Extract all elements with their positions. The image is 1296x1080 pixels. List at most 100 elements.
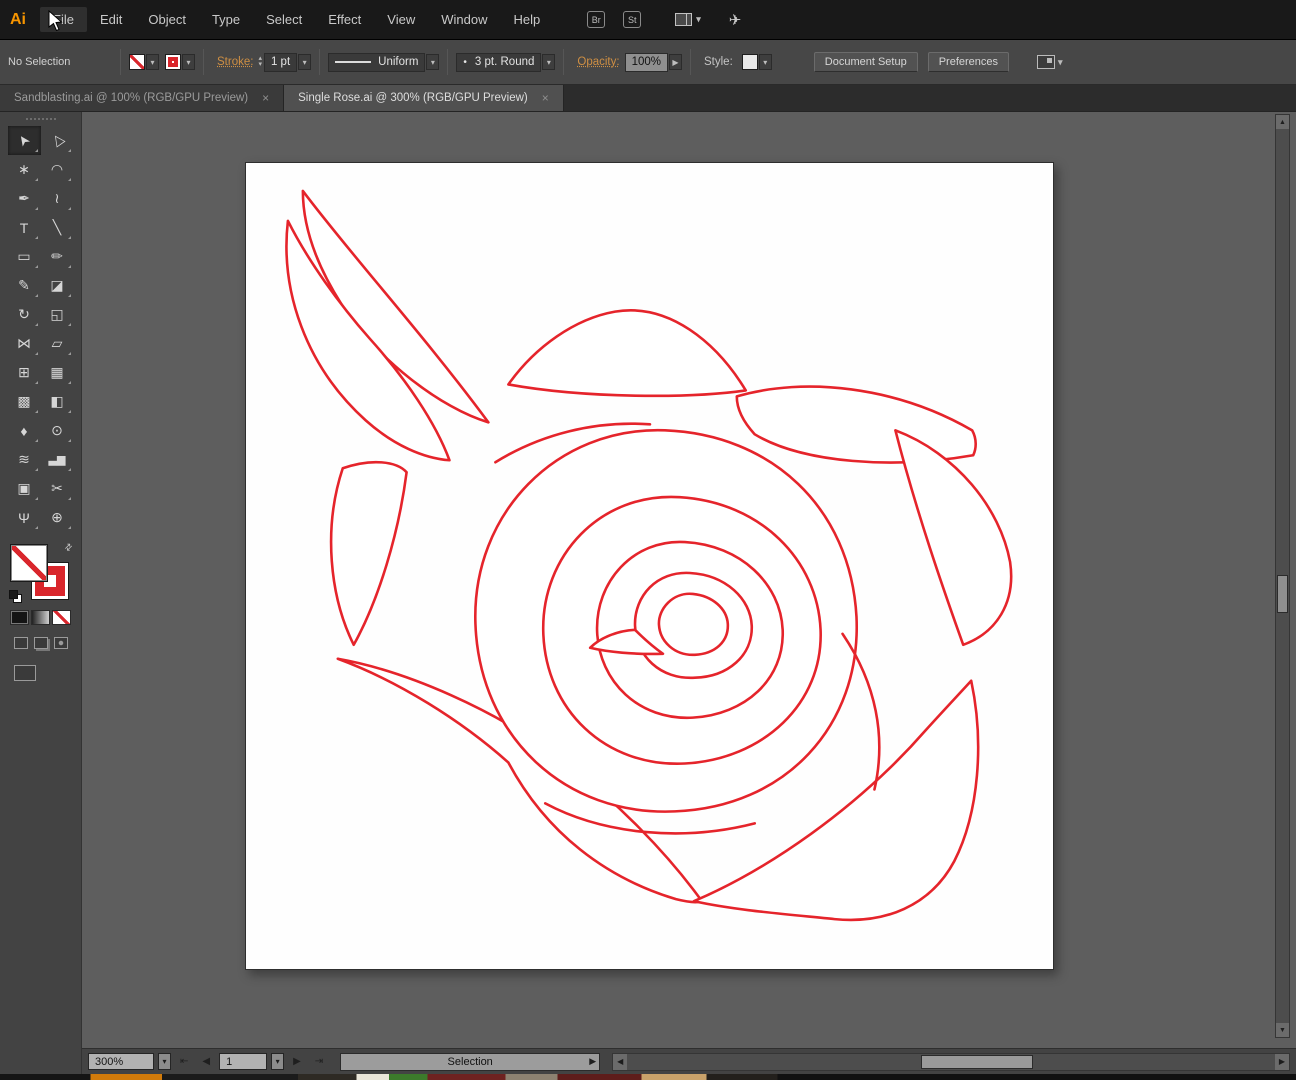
- tool-line-segment[interactable]: ╲: [41, 213, 74, 242]
- tool-eyedropper[interactable]: ♦: [8, 416, 41, 445]
- document-setup-button[interactable]: Document Setup: [814, 52, 918, 72]
- tool-pen[interactable]: ✒: [8, 184, 41, 213]
- workspace-layout-icon[interactable]: ▾: [675, 13, 701, 26]
- tool-slice[interactable]: ✂: [41, 474, 74, 503]
- brush-definition-select[interactable]: • 3 pt. Round: [456, 53, 541, 72]
- width-profile-dropdown-icon[interactable]: ▾: [426, 54, 439, 70]
- tab-sandblasting[interactable]: Sandblasting.ai @ 100% (RGB/GPU Preview)…: [0, 85, 284, 111]
- scroll-up-icon[interactable]: ▲: [1276, 115, 1289, 129]
- tool-hand[interactable]: Ψ: [8, 503, 41, 532]
- tool-eraser[interactable]: ◪: [41, 271, 74, 300]
- tool-symbol-sprayer[interactable]: ≋: [8, 445, 41, 474]
- tool-perspective-grid[interactable]: ▦: [41, 358, 74, 387]
- status-display[interactable]: Selection ▶: [340, 1053, 600, 1071]
- scroll-left-icon[interactable]: ◀: [613, 1054, 627, 1070]
- menu-object[interactable]: Object: [135, 7, 199, 32]
- vertical-scrollbar[interactable]: ▲ ▼: [1275, 114, 1290, 1038]
- stock-icon[interactable]: St: [623, 11, 641, 28]
- menu-select[interactable]: Select: [253, 7, 315, 32]
- stroke-dropdown-icon[interactable]: ▾: [182, 54, 195, 70]
- panel-drag-handle[interactable]: [26, 118, 56, 120]
- zoom-dropdown-icon[interactable]: ▾: [158, 1053, 171, 1070]
- canvas[interactable]: ▲ ▼: [82, 112, 1296, 1048]
- tool-type[interactable]: T: [8, 213, 41, 242]
- stroke-panel-link[interactable]: Stroke:: [217, 56, 253, 68]
- menu-edit[interactable]: Edit: [87, 7, 135, 32]
- share-icon[interactable]: ✈: [729, 11, 742, 29]
- tool-magic-wand[interactable]: ∗: [8, 155, 41, 184]
- tool-mesh[interactable]: ▩: [8, 387, 41, 416]
- stepper-down-icon[interactable]: ▾: [258, 62, 262, 68]
- menu-help[interactable]: Help: [500, 7, 553, 32]
- next-artboard-icon[interactable]: ▶: [288, 1056, 306, 1067]
- stroke-weight-dropdown-icon[interactable]: ▾: [298, 54, 311, 70]
- tool-selection[interactable]: ➤: [8, 126, 41, 155]
- tool-scale[interactable]: ◱: [41, 300, 74, 329]
- style-swatch[interactable]: [742, 54, 758, 70]
- app-logo[interactable]: Ai: [0, 11, 40, 29]
- fill-dropdown-icon[interactable]: ▾: [146, 54, 159, 70]
- bridge-icon[interactable]: Br: [587, 11, 605, 28]
- vertical-scroll-track[interactable]: [1276, 129, 1289, 1023]
- draw-normal-icon[interactable]: [14, 637, 28, 649]
- opacity-panel-link[interactable]: Opacity:: [577, 56, 619, 68]
- last-artboard-icon[interactable]: ⇥: [310, 1056, 328, 1067]
- stroke-color-swatch[interactable]: [165, 54, 181, 70]
- draw-behind-icon[interactable]: [34, 637, 48, 649]
- tool-column-graph[interactable]: ▃▆: [41, 445, 74, 474]
- tab-label: Sandblasting.ai @ 100% (RGB/GPU Preview): [14, 92, 248, 104]
- gradient-button[interactable]: [31, 610, 50, 625]
- menu-type[interactable]: Type: [199, 7, 253, 32]
- swap-fill-stroke-icon[interactable]: ⇄: [62, 541, 75, 554]
- variable-width-select[interactable]: Uniform: [328, 53, 425, 72]
- tool-lasso[interactable]: ◠: [41, 155, 74, 184]
- close-icon[interactable]: ×: [262, 91, 269, 105]
- tool-paintbrush[interactable]: ✏: [41, 242, 74, 271]
- menu-view[interactable]: View: [374, 7, 428, 32]
- rectangle-tool-icon: ▭: [17, 248, 30, 265]
- menu-effect[interactable]: Effect: [315, 7, 374, 32]
- touch-workspace-switch[interactable]: ▾: [1037, 55, 1063, 69]
- style-dropdown-icon[interactable]: ▾: [759, 54, 772, 70]
- tab-single-rose[interactable]: Single Rose.ai @ 300% (RGB/GPU Preview) …: [284, 85, 564, 111]
- tool-shaper[interactable]: ✎: [8, 271, 41, 300]
- previous-artboard-icon[interactable]: ◀: [197, 1056, 215, 1067]
- status-menu-arrow-icon[interactable]: ▶: [589, 1056, 596, 1067]
- draw-inside-icon[interactable]: [54, 637, 68, 649]
- tool-rotate[interactable]: ↻: [8, 300, 41, 329]
- first-artboard-icon[interactable]: ⇤: [175, 1056, 193, 1067]
- tool-blend[interactable]: ⊙: [41, 416, 74, 445]
- none-button[interactable]: [52, 610, 71, 625]
- scroll-down-icon[interactable]: ▼: [1276, 1023, 1289, 1037]
- tool-gradient[interactable]: ◧: [41, 387, 74, 416]
- artboard-dropdown-icon[interactable]: ▾: [271, 1053, 284, 1070]
- tool-free-transform[interactable]: ▱: [41, 329, 74, 358]
- horizontal-scrollbar[interactable]: ◀ ▶: [612, 1053, 1290, 1071]
- tool-shape-builder[interactable]: ⊞: [8, 358, 41, 387]
- horizontal-scroll-thumb[interactable]: [921, 1055, 1033, 1069]
- fill-color-swatch[interactable]: [129, 54, 145, 70]
- tool-zoom[interactable]: ⊕: [41, 503, 74, 532]
- brush-dropdown-icon[interactable]: ▾: [542, 54, 555, 70]
- tool-curvature[interactable]: ≀: [41, 184, 74, 213]
- stroke-weight-input[interactable]: 1 pt: [264, 53, 297, 72]
- scroll-right-icon[interactable]: ▶: [1275, 1054, 1289, 1070]
- preferences-button[interactable]: Preferences: [928, 52, 1009, 72]
- tool-artboard[interactable]: ▣: [8, 474, 41, 503]
- tool-rectangle[interactable]: ▭: [8, 242, 41, 271]
- opacity-panel-arrow-icon[interactable]: ▶: [669, 54, 682, 70]
- screen-mode-icon[interactable]: [14, 665, 36, 681]
- symbol-sprayer-tool-icon: ≋: [18, 451, 30, 468]
- default-fill-stroke-icon[interactable]: [9, 590, 23, 604]
- tool-direct-selection[interactable]: ▷: [41, 126, 74, 155]
- vertical-scroll-thumb[interactable]: [1277, 575, 1288, 613]
- tool-width[interactable]: ⋈: [8, 329, 41, 358]
- fill-color-indicator[interactable]: [10, 544, 48, 582]
- close-icon[interactable]: ×: [542, 91, 549, 105]
- color-button[interactable]: [10, 610, 29, 625]
- artboard-number-input[interactable]: 1: [219, 1053, 267, 1070]
- stroke-weight-stepper[interactable]: ▴ ▾: [258, 56, 262, 68]
- opacity-input[interactable]: 100%: [625, 53, 668, 72]
- menu-window[interactable]: Window: [428, 7, 500, 32]
- zoom-level-input[interactable]: 300%: [88, 1053, 154, 1070]
